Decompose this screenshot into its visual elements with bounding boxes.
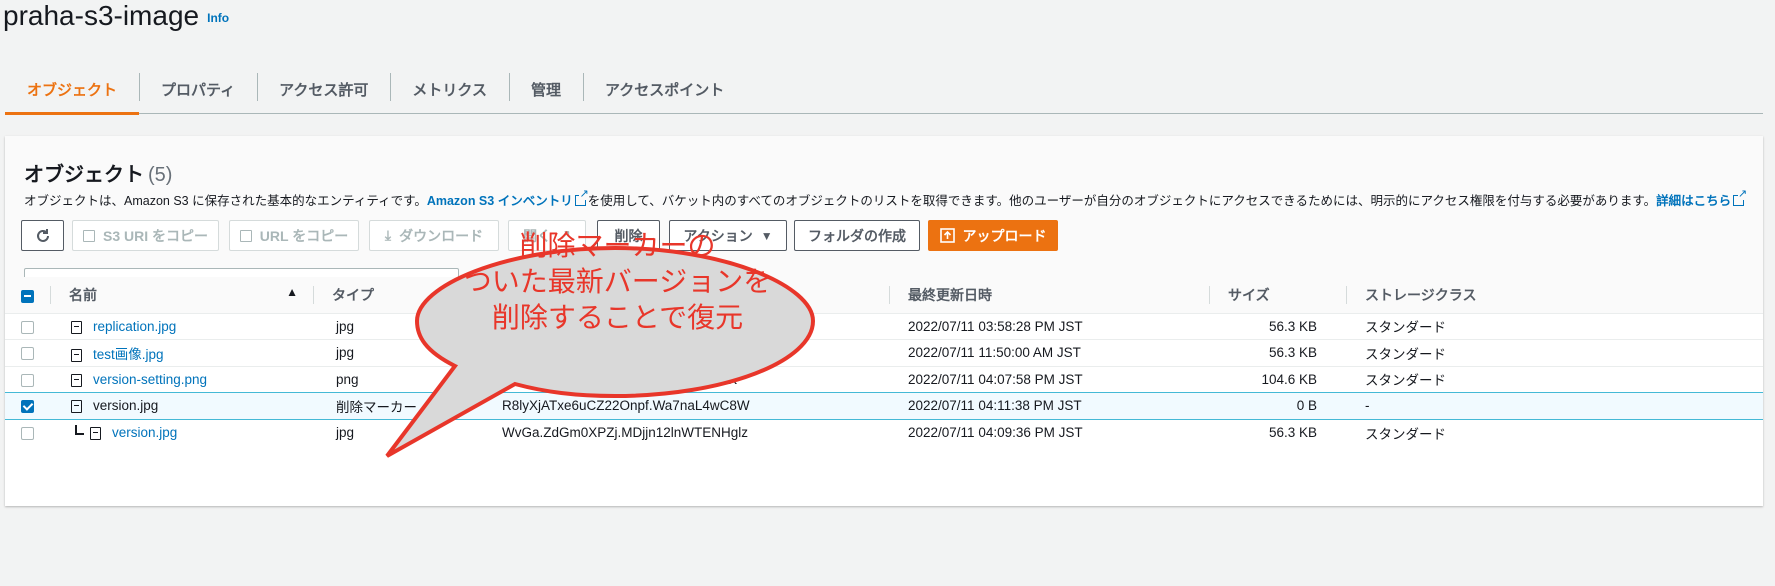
object-name-link[interactable]: replication.jpg [93, 319, 176, 334]
tab-management[interactable]: 管理 [508, 64, 583, 114]
object-name-link[interactable]: version.jpg [112, 425, 177, 440]
object-name: version.jpg [93, 398, 159, 414]
column-name[interactable]: 名前 ▲ [51, 277, 314, 313]
copy-url-button[interactable]: URL をコピー [229, 220, 359, 251]
last-modified: 2022/07/11 04:11:38 PM JST [890, 392, 1210, 420]
copy-s3-uri-button[interactable]: S3 URI をコピー [72, 220, 219, 251]
objects-title: オブジェクト [24, 164, 144, 186]
storage-class: スタンダード [1347, 312, 1763, 340]
description-text: オブジェクトは、Amazon S3 に保存された基本的なエンティティです。 [24, 194, 427, 208]
storage-class: - [1347, 392, 1763, 420]
table-row[interactable]: version.jpg jpg WvGa.ZdGm0XPZj.MDjjn12ln… [5, 418, 1763, 446]
objects-description: オブジェクトは、Amazon S3 に保存された基本的なエンティティです。Ama… [24, 189, 1748, 209]
callout-line-3: 削除することで復元 [491, 302, 744, 333]
file-icon [71, 373, 82, 387]
select-all-cell [5, 277, 51, 313]
callout-line-1: 削除マーカーの [519, 230, 716, 261]
tab-bar: オブジェクト プロパティ アクセス許可 メトリクス 管理 アクセスポイント [5, 64, 1763, 115]
copy-s3-uri-label: S3 URI をコピー [102, 227, 208, 244]
object-name-link[interactable]: version-setting.png [93, 372, 207, 387]
last-modified: 2022/07/11 11:50:00 AM JST [890, 339, 1210, 366]
table-row[interactable]: version-setting.png png Klq.H_WtIvxyU_3T… [5, 365, 1763, 393]
download-icon: ⤓ [384, 227, 392, 243]
table-row-selected[interactable]: version.jpg 削除マーカー R8lyXjATxe6uCZ22Onpf.… [5, 392, 1763, 420]
tab-metrics[interactable]: メトリクス [390, 64, 509, 114]
column-last-modified[interactable]: 最終更新日時 [890, 277, 1210, 313]
create-folder-label: フォルダの作成 [808, 227, 906, 244]
row-checkbox[interactable] [21, 400, 34, 414]
column-type-label: タイプ [332, 286, 374, 303]
storage-class: スタンダード [1347, 365, 1763, 393]
file-icon [71, 320, 82, 334]
file-icon [71, 400, 82, 414]
upload-button[interactable]: アップロード [928, 220, 1058, 251]
object-size: 104.6 KB [1210, 365, 1347, 393]
copy-url-label: URL をコピー [259, 227, 349, 244]
object-size: 56.3 KB [1210, 339, 1347, 366]
info-link[interactable]: Info [207, 11, 229, 25]
copy-icon [82, 229, 95, 242]
column-storage-class-label: ストレージクラス [1365, 286, 1477, 303]
object-size: 0 B [1210, 392, 1347, 420]
row-checkbox[interactable] [21, 373, 34, 387]
table-row[interactable]: replication.jpg jpg 2022/07/11 03:58:28 … [5, 312, 1763, 340]
inventory-link[interactable]: Amazon S3 インベントリ [427, 194, 573, 208]
page-title: praha-s3-image Info [3, 0, 229, 32]
table-row[interactable]: test画像.jpg jpg 2022/07/11 11:50:00 AM JS… [5, 339, 1763, 366]
storage-class: スタンダード [1347, 418, 1763, 446]
column-size[interactable]: サイズ [1210, 277, 1347, 313]
description-text-2: を使用して、バケット内のすべてのオブジェクトのリストを取得できます。他のユーザー… [587, 194, 1657, 208]
column-storage-class[interactable]: ストレージクラス [1347, 277, 1763, 313]
row-checkbox[interactable] [21, 320, 34, 334]
tab-access-points[interactable]: アクセスポイント [582, 64, 746, 114]
table-header-row: 名前 ▲ タイプ 最終更新日時 サイズ ストレージクラス [5, 277, 1763, 313]
object-size: 56.3 KB [1210, 312, 1347, 340]
last-modified: 2022/07/11 04:07:58 PM JST [890, 365, 1210, 393]
learn-more-link[interactable]: 詳細はこちら [1656, 194, 1731, 208]
tab-properties[interactable]: プロパティ [139, 64, 257, 114]
row-checkbox[interactable] [21, 426, 34, 440]
file-icon [71, 348, 82, 362]
storage-class: スタンダード [1347, 339, 1763, 366]
external-link-icon [574, 189, 589, 206]
column-name-label: 名前 [69, 286, 97, 303]
refresh-icon [36, 228, 49, 242]
object-name-link[interactable]: test画像.jpg [93, 347, 164, 362]
tab-objects[interactable]: オブジェクト [5, 64, 140, 115]
last-modified: 2022/07/11 03:58:28 PM JST [890, 312, 1210, 340]
refresh-button[interactable] [21, 220, 64, 251]
objects-heading: オブジェクト (5) [24, 158, 172, 187]
object-size: 56.3 KB [1210, 418, 1347, 446]
row-checkbox[interactable] [21, 347, 34, 361]
version-id: WvGa.ZdGm0XPZj.MDjjn12lnWTENHglz [502, 418, 890, 446]
callout-line-2: ついた最新バージョンを [463, 266, 772, 297]
column-size-label: サイズ [1228, 286, 1270, 303]
version-branch-icon [75, 425, 84, 436]
objects-panel: オブジェクト (5) オブジェクトは、Amazon S3 に保存された基本的なエン… [5, 136, 1763, 506]
objects-count: (5) [148, 164, 173, 186]
file-icon [90, 426, 101, 440]
external-link-icon [1733, 189, 1748, 206]
upload-icon [939, 228, 955, 243]
select-all-checkbox[interactable] [21, 289, 34, 303]
upload-label: アップロード [962, 227, 1047, 244]
last-modified: 2022/07/11 04:09:36 PM JST [890, 418, 1210, 446]
callout-text: 削除マーカーの ついた最新バージョンを 削除することで復元 [440, 228, 795, 336]
copy-icon [239, 229, 252, 242]
sort-ascending-icon[interactable]: ▲ [286, 285, 298, 299]
column-last-modified-label: 最終更新日時 [908, 286, 992, 303]
bucket-name: praha-s3-image [3, 0, 200, 31]
tab-permissions[interactable]: アクセス許可 [257, 64, 390, 114]
objects-table: 名前 ▲ タイプ 最終更新日時 サイズ ストレージクラス replication.… [5, 277, 1763, 446]
